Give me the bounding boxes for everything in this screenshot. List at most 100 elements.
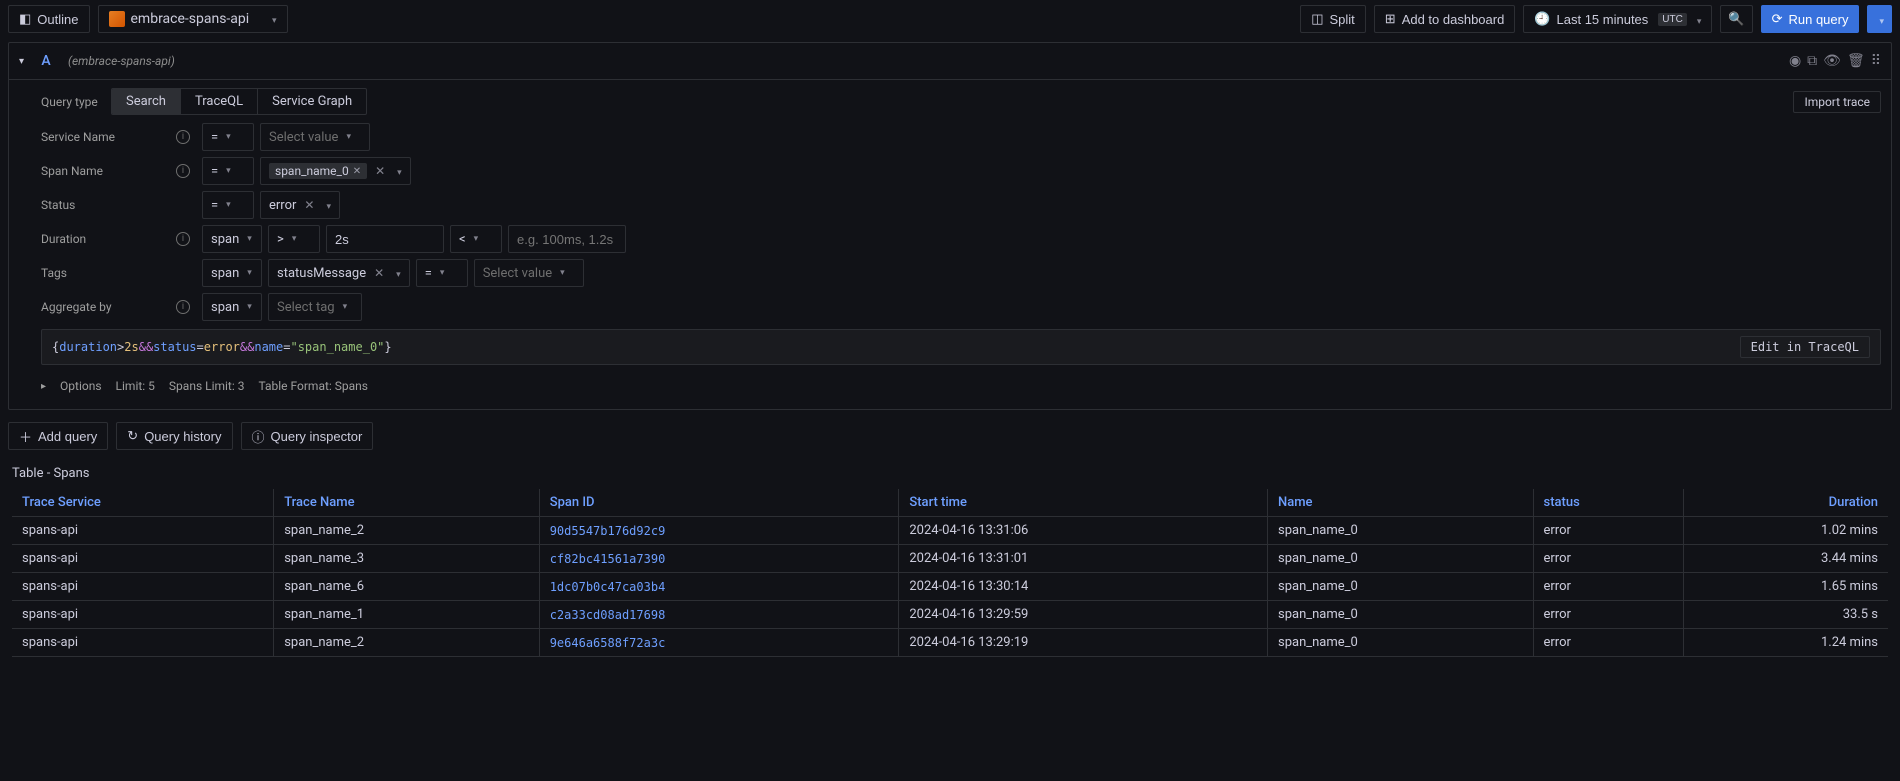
- datasource-name: embrace-spans-api: [131, 11, 250, 27]
- status-op[interactable]: =: [202, 191, 254, 219]
- panel-add-icon: ⊞: [1385, 11, 1396, 27]
- duplicate-icon[interactable]: ⧉: [1807, 53, 1817, 69]
- duration-scope[interactable]: span: [202, 225, 262, 253]
- col-name[interactable]: Name: [1267, 489, 1533, 517]
- aggregate-tag[interactable]: Select tag: [268, 293, 362, 321]
- chip-remove-icon[interactable]: ✕: [353, 166, 361, 177]
- query-inspector-button[interactable]: ⓘ Query inspector: [241, 422, 374, 450]
- aggregate-label: Aggregate by: [41, 300, 112, 314]
- span-name-value[interactable]: span_name_0 ✕ ✕: [260, 157, 411, 185]
- cell-name: span_name_0: [1267, 573, 1533, 601]
- import-trace-button[interactable]: Import trace: [1793, 91, 1881, 113]
- compass-icon: ◧: [19, 11, 31, 27]
- col-trace-name[interactable]: Trace Name: [274, 489, 540, 517]
- status-value[interactable]: error ✕: [260, 191, 340, 219]
- zoom-out-button[interactable]: 🔍: [1720, 5, 1752, 33]
- cell-duration: 1.24 mins: [1684, 629, 1888, 657]
- cell-status: error: [1533, 629, 1684, 657]
- drag-handle-icon[interactable]: ⠿: [1871, 53, 1881, 69]
- plus-icon: ＋: [19, 427, 32, 446]
- span-name-chip: span_name_0 ✕: [269, 163, 367, 179]
- eye-icon[interactable]: 👁: [1823, 53, 1841, 69]
- duration-op2[interactable]: <: [450, 225, 502, 253]
- options-label[interactable]: Options: [60, 379, 102, 393]
- cell-trace-service: spans-api: [12, 573, 274, 601]
- clock-icon: 🕘: [1534, 11, 1550, 27]
- tags-scope[interactable]: span: [202, 259, 262, 287]
- clear-icon[interactable]: ✕: [370, 266, 388, 280]
- col-duration[interactable]: Duration: [1684, 489, 1888, 517]
- options-chevron-icon[interactable]: ▸: [41, 381, 46, 392]
- outline-button[interactable]: ◧ Outline: [8, 5, 90, 33]
- add-to-dashboard-button[interactable]: ⊞ Add to dashboard: [1374, 5, 1516, 33]
- tab-traceql[interactable]: TraceQL: [181, 89, 258, 114]
- cell-trace-name: span_name_2: [274, 629, 540, 657]
- table-row[interactable]: spans-apispan_name_1c2a33cd08ad176982024…: [12, 601, 1888, 629]
- info-icon[interactable]: i: [176, 164, 190, 178]
- cell-name: span_name_0: [1267, 517, 1533, 545]
- query-history-button[interactable]: ↻ Query history: [116, 422, 232, 450]
- cell-span-id[interactable]: 90d5547b176d92c9: [539, 517, 899, 545]
- tab-service-graph[interactable]: Service Graph: [258, 89, 366, 114]
- options-spans-limit: Spans Limit: 3: [169, 379, 245, 393]
- cell-span-id[interactable]: 1dc07b0c47ca03b4: [539, 573, 899, 601]
- inspector-icon: ⓘ: [252, 427, 265, 446]
- edit-in-traceql-button[interactable]: Edit in TraceQL: [1740, 336, 1870, 358]
- cell-start-time: 2024-04-16 13:29:59: [899, 601, 1268, 629]
- chevron-down-icon: [393, 164, 402, 179]
- time-range-label: Last 15 minutes: [1557, 12, 1649, 27]
- tags-value[interactable]: Select value: [474, 259, 584, 287]
- cell-start-time: 2024-04-16 13:31:01: [899, 545, 1268, 573]
- split-button[interactable]: ◫ Split: [1300, 5, 1366, 33]
- chevron-down-icon: [322, 198, 331, 213]
- info-icon[interactable]: i: [176, 232, 190, 246]
- cell-span-id[interactable]: 9e646a6588f72a3c: [539, 629, 899, 657]
- table-header-row: Trace Service Trace Name Span ID Start t…: [12, 489, 1888, 517]
- info-icon[interactable]: i: [176, 130, 190, 144]
- clear-icon[interactable]: ✕: [371, 164, 389, 178]
- aggregate-scope[interactable]: span: [202, 293, 262, 321]
- duration-value2[interactable]: [508, 225, 626, 253]
- service-name-op[interactable]: =: [202, 123, 254, 151]
- trash-icon[interactable]: 🗑: [1847, 53, 1865, 69]
- table-row[interactable]: spans-apispan_name_3cf82bc41561a73902024…: [12, 545, 1888, 573]
- span-name-op[interactable]: =: [202, 157, 254, 185]
- duration-value1[interactable]: [326, 225, 444, 253]
- hint-icon[interactable]: ◉: [1789, 53, 1801, 69]
- table-row[interactable]: spans-apispan_name_61dc07b0c47ca03b42024…: [12, 573, 1888, 601]
- cell-duration: 33.5 s: [1684, 601, 1888, 629]
- table-row[interactable]: spans-apispan_name_290d5547b176d92c92024…: [12, 517, 1888, 545]
- cell-start-time: 2024-04-16 13:30:14: [899, 573, 1268, 601]
- cell-name: span_name_0: [1267, 629, 1533, 657]
- col-start-time[interactable]: Start time: [899, 489, 1268, 517]
- info-icon[interactable]: i: [176, 300, 190, 314]
- cell-span-id[interactable]: cf82bc41561a7390: [539, 545, 899, 573]
- options-limit: Limit: 5: [116, 379, 155, 393]
- service-name-value[interactable]: Select value: [260, 123, 370, 151]
- tags-tag-select[interactable]: statusMessage ✕: [268, 259, 410, 287]
- cell-span-id[interactable]: c2a33cd08ad17698: [539, 601, 899, 629]
- col-trace-service[interactable]: Trace Service: [12, 489, 274, 517]
- clear-icon[interactable]: ✕: [300, 198, 318, 212]
- cell-name: span_name_0: [1267, 545, 1533, 573]
- query-letter[interactable]: A: [34, 49, 58, 73]
- time-range-picker[interactable]: 🕘 Last 15 minutes UTC: [1523, 5, 1712, 33]
- table-row[interactable]: spans-apispan_name_29e646a6588f72a3c2024…: [12, 629, 1888, 657]
- cell-status: error: [1533, 545, 1684, 573]
- col-span-id[interactable]: Span ID: [539, 489, 899, 517]
- duration-op1[interactable]: >: [268, 225, 320, 253]
- cell-duration: 1.65 mins: [1684, 573, 1888, 601]
- add-query-button[interactable]: ＋ Add query: [8, 422, 108, 450]
- collapse-icon[interactable]: ▾: [19, 56, 24, 67]
- tab-search[interactable]: Search: [112, 89, 181, 114]
- service-name-label: Service Name: [41, 130, 115, 144]
- cell-trace-service: spans-api: [12, 517, 274, 545]
- run-query-button[interactable]: ⟳ Run query: [1761, 5, 1860, 33]
- datasource-picker[interactable]: embrace-spans-api: [98, 5, 288, 33]
- tags-op[interactable]: =: [416, 259, 468, 287]
- col-status[interactable]: status: [1533, 489, 1684, 517]
- chevron-down-icon: [1875, 12, 1884, 27]
- run-query-options-button[interactable]: [1867, 5, 1892, 33]
- spans-table: Trace Service Trace Name Span ID Start t…: [12, 489, 1888, 657]
- status-label: Status: [41, 198, 75, 212]
